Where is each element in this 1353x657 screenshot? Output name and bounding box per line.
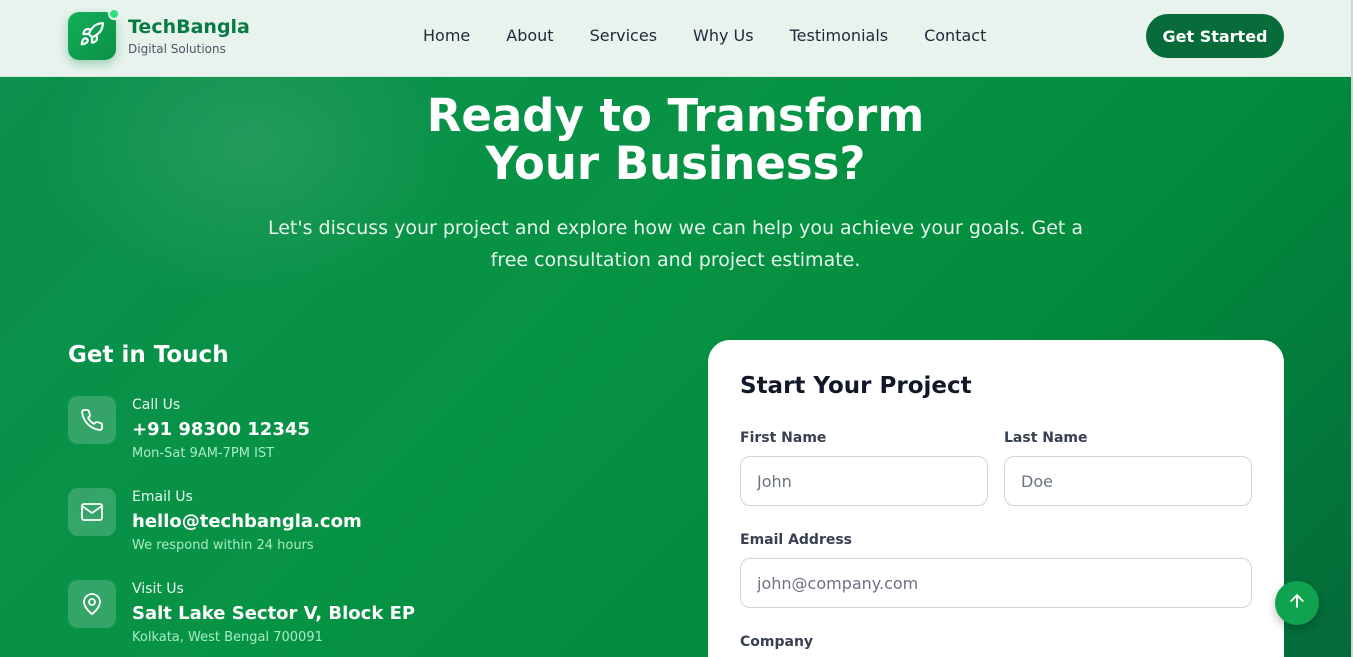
rocket-icon [79, 21, 105, 51]
nav-why-us[interactable]: Why Us [693, 24, 754, 48]
email-field[interactable] [740, 558, 1252, 608]
hero-subtitle: Let's discuss your project and explore h… [0, 212, 1351, 276]
nav-home[interactable]: Home [423, 24, 470, 48]
nav-about[interactable]: About [506, 24, 553, 48]
contact-label: Email Us [132, 489, 193, 505]
contact-note: Mon-Sat 9AM-7PM IST [132, 446, 275, 461]
phone-number[interactable]: +91 98300 12345 [132, 419, 310, 440]
arrow-up-icon [1287, 591, 1307, 615]
last-name-field[interactable] [1004, 456, 1252, 506]
email-address[interactable]: hello@techbangla.com [132, 511, 362, 532]
get-started-button[interactable]: Get Started [1146, 14, 1284, 58]
phone-icon [68, 396, 116, 444]
contact-label: Call Us [132, 397, 181, 413]
form-title: Start Your Project [740, 373, 972, 399]
hero-subtitle-line-1: Let's discuss your project and explore h… [267, 217, 1084, 239]
site-header: TechBangla Digital Solutions Home About … [0, 0, 1351, 77]
logo-status-dot [108, 8, 120, 20]
last-name-label: Last Name [1004, 430, 1088, 446]
email-label: Email Address [740, 532, 853, 548]
nav-services[interactable]: Services [590, 24, 657, 48]
scroll-to-top-button[interactable] [1275, 581, 1319, 625]
hero-subtitle-line-2: free consultation and project estimate. [490, 249, 861, 271]
street-address: Salt Lake Sector V, Block EP [132, 603, 416, 624]
hero-title: Ready to Transform Your Business? [0, 92, 1351, 188]
mail-icon [68, 488, 116, 536]
nav-testimonials[interactable]: Testimonials [790, 24, 889, 48]
brand-name[interactable]: TechBangla [128, 16, 250, 38]
location-pin-icon [68, 580, 116, 628]
contact-item-phone: Call Us +91 98300 12345 Mon-Sat 9AM-7PM … [68, 396, 668, 472]
logo[interactable] [68, 12, 116, 60]
company-label: Company [740, 634, 814, 650]
contact-item-address: Visit Us Salt Lake Sector V, Block EP Ko… [68, 580, 668, 656]
contact-note: Kolkata, West Bengal 700091 [132, 630, 323, 645]
hero-title-line-2: Your Business? [485, 137, 866, 190]
contact-item-email: Email Us hello@techbangla.com We respond… [68, 488, 668, 564]
first-name-field[interactable] [740, 456, 988, 506]
first-name-label: First Name [740, 430, 827, 446]
get-in-touch-title: Get in Touch [68, 342, 229, 368]
main-nav: Home About Services Why Us Testimonials … [405, 24, 1004, 48]
nav-contact[interactable]: Contact [924, 24, 986, 48]
project-form: Start Your Project First Name Last Name … [708, 340, 1284, 657]
contact-note: We respond within 24 hours [132, 538, 314, 553]
brand-tagline: Digital Solutions [128, 42, 226, 56]
hero-title-line-1: Ready to Transform [426, 89, 925, 142]
contact-label: Visit Us [132, 581, 184, 597]
